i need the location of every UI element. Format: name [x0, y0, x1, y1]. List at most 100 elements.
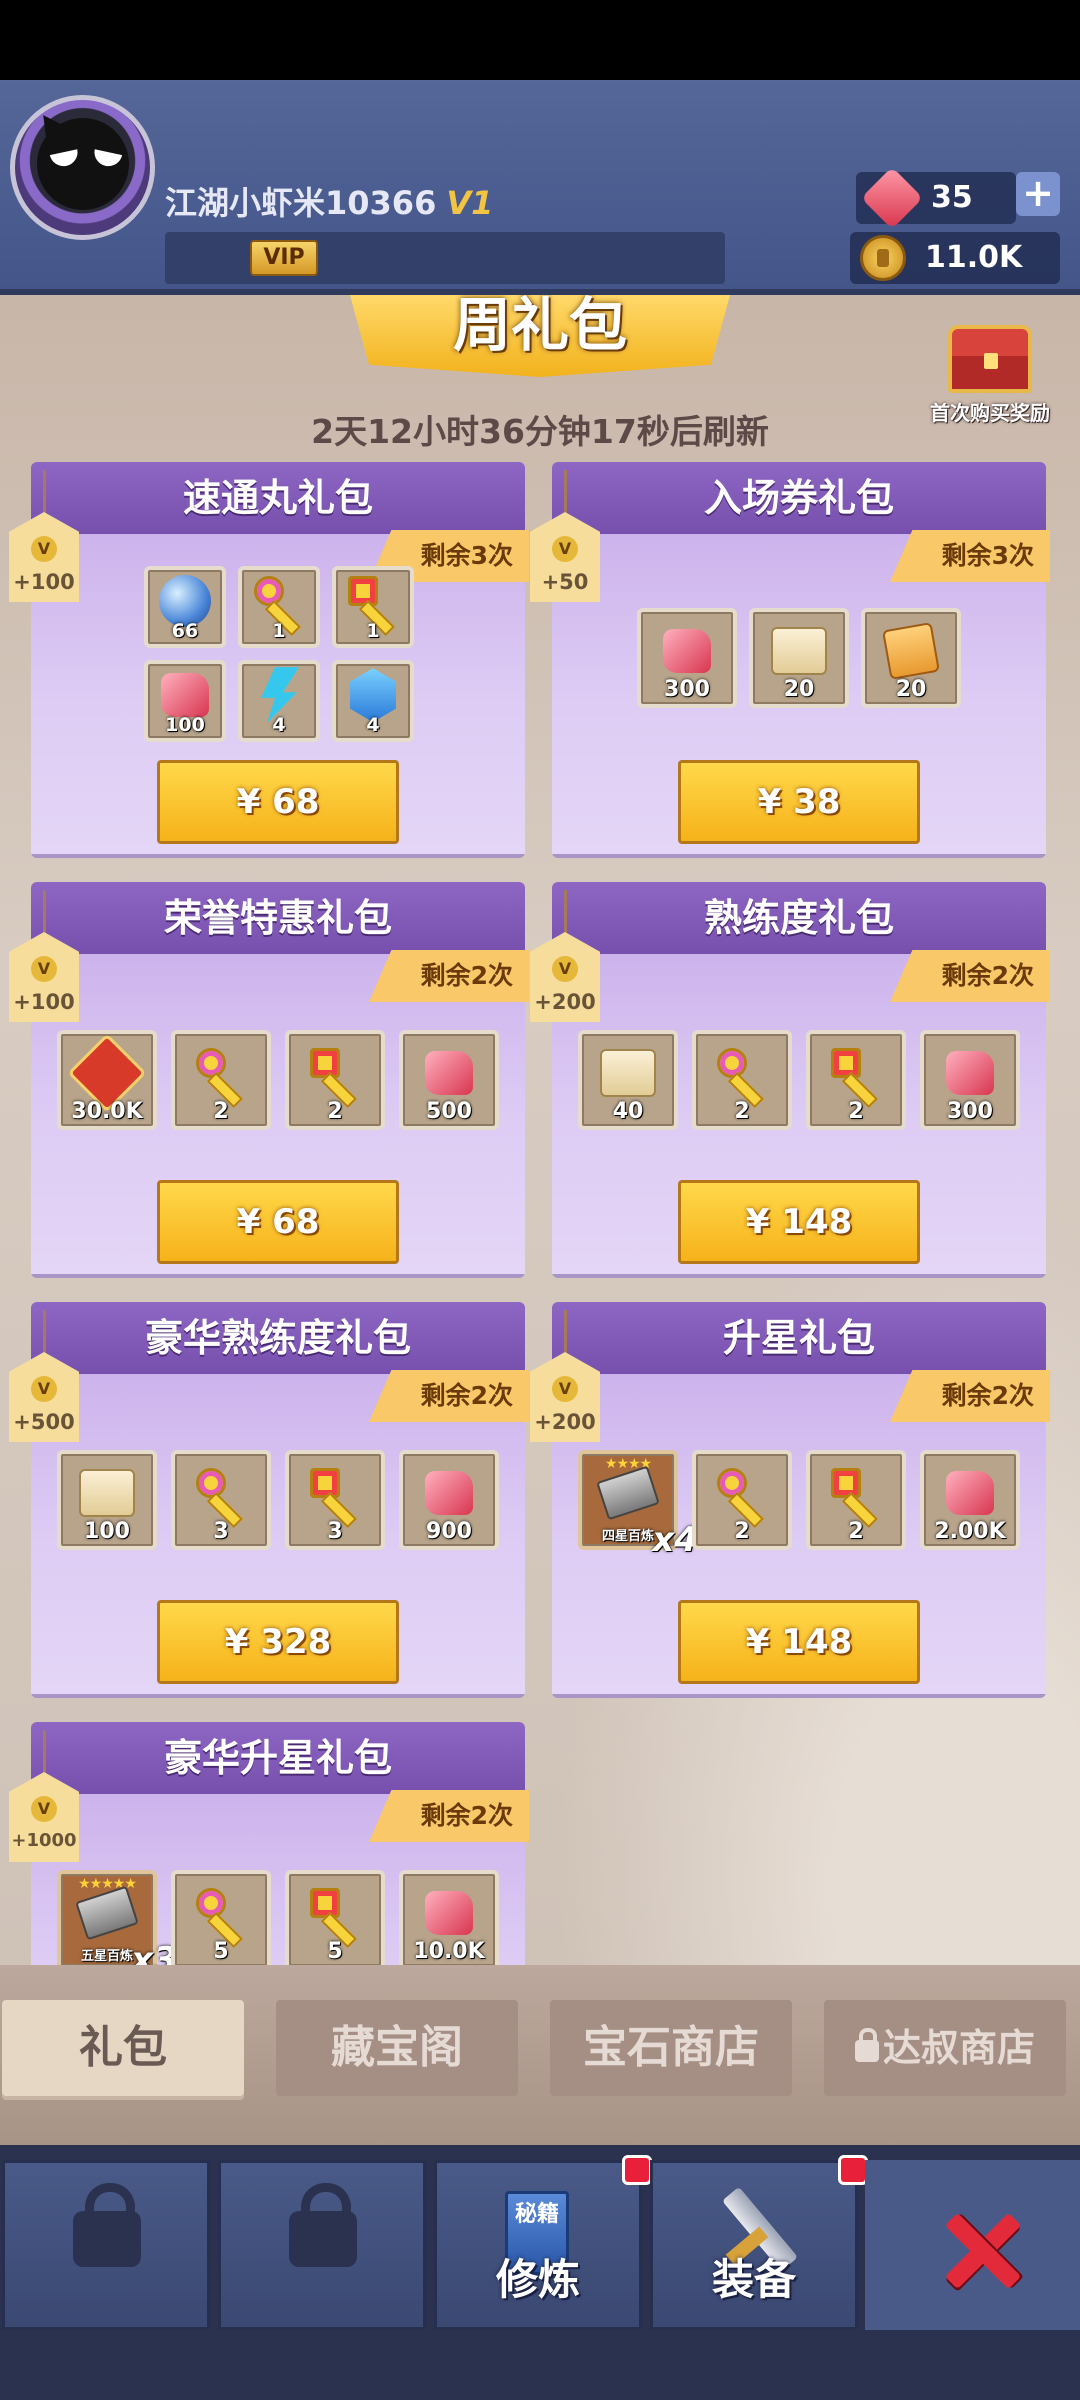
- first-purchase-reward[interactable]: 首次购买奖励: [905, 325, 1075, 426]
- nav-train-button[interactable]: 秘籍 修炼: [434, 2160, 642, 2330]
- vip-points-tag: V +100: [9, 890, 79, 1022]
- pack-card: 入场券礼包 剩余3次 V +50 300 20 20 ¥ 38: [530, 462, 1050, 854]
- vip-points-tag: V +200: [530, 890, 600, 1022]
- nav-slot-locked-1[interactable]: [2, 2160, 210, 2330]
- reward-item[interactable]: 3: [171, 1450, 271, 1550]
- reward-item[interactable]: 4: [238, 660, 320, 742]
- pack-items: 300 20 20: [552, 608, 1046, 708]
- pack-card: 升星礼包 剩余2次 V +200 ★★★★ 四星百炼 x4 2 2 2.00K …: [530, 1302, 1050, 1694]
- reward-item[interactable]: 3: [285, 1450, 385, 1550]
- reward-item[interactable]: 4: [332, 660, 414, 742]
- star-book-icon: [596, 1465, 660, 1520]
- v-icon: V: [31, 956, 57, 982]
- key-red-icon: [827, 1044, 885, 1102]
- vip-points-tag: V +200: [530, 1310, 600, 1442]
- v-icon: V: [31, 1376, 57, 1402]
- reward-item[interactable]: 20: [749, 608, 849, 708]
- vip-points-tag: V +500: [9, 1310, 79, 1442]
- reward-item[interactable]: 2: [806, 1450, 906, 1550]
- reward-item[interactable]: 300: [920, 1030, 1020, 1130]
- nav-equip-button[interactable]: 装备: [650, 2160, 858, 2330]
- scroll-icon: [79, 1468, 135, 1517]
- reward-item[interactable]: 10.0K: [399, 1870, 499, 1965]
- nav-footer: [0, 2330, 1080, 2400]
- vip-level: V1: [446, 184, 494, 222]
- key-red-icon: [827, 1464, 885, 1522]
- buy-button[interactable]: ¥ 38: [678, 760, 920, 844]
- nav-slot-locked-2[interactable]: [218, 2160, 426, 2330]
- v-icon: V: [552, 1376, 578, 1402]
- reward-item[interactable]: 300: [637, 608, 737, 708]
- gem-icon: [425, 1470, 473, 1515]
- notification-dot: [622, 2155, 652, 2185]
- buy-button[interactable]: ¥ 68: [157, 760, 399, 844]
- reward-item[interactable]: 1: [332, 566, 414, 648]
- add-gems-button[interactable]: +: [1016, 172, 1060, 216]
- vip-points-tag: V +50: [530, 470, 600, 602]
- reward-item[interactable]: ★★★★ 四星百炼 x4: [578, 1450, 698, 1560]
- treasure-chest-icon: [948, 325, 1032, 393]
- vip-points-tag: V +1000: [9, 1730, 79, 1862]
- player-name: 江湖小虾米10366 V1: [165, 184, 494, 222]
- reward-item[interactable]: 100: [144, 660, 226, 742]
- key-icon: [713, 1044, 771, 1102]
- pack-items: 66 1 1 100 4 4: [139, 566, 419, 742]
- coin-counter: 11.0K: [850, 232, 1060, 284]
- reward-item[interactable]: 30.0K: [57, 1030, 157, 1130]
- vip-badge[interactable]: VIP: [250, 240, 318, 276]
- lock-icon: [73, 2183, 141, 2267]
- buy-button[interactable]: ¥ 148: [678, 1180, 920, 1264]
- remaining-badge: 剩余2次: [369, 950, 529, 1002]
- reward-item[interactable]: 2: [692, 1450, 792, 1550]
- v-icon: V: [31, 536, 57, 562]
- coin-icon: [860, 235, 906, 281]
- key-red-icon: [306, 1464, 364, 1522]
- pack-items: 40 2 2 300: [552, 1030, 1046, 1130]
- lock-icon: [289, 2183, 357, 2267]
- buy-button[interactable]: ¥ 148: [678, 1600, 920, 1684]
- pack-items: 100 3 3 900: [31, 1450, 525, 1550]
- pack-items: ★★★★ 四星百炼 x4 2 2 2.00K: [552, 1450, 1046, 1560]
- reward-item[interactable]: 900: [399, 1450, 499, 1550]
- close-icon[interactable]: [940, 2210, 1020, 2290]
- page-title: 周礼包: [350, 295, 730, 377]
- reward-item[interactable]: 5: [171, 1870, 271, 1965]
- pack-card: 熟练度礼包 剩余2次 V +200 40 2 2 300 ¥ 148: [530, 882, 1050, 1274]
- gem-icon: [860, 166, 924, 230]
- reward-item[interactable]: 40: [578, 1030, 678, 1130]
- reward-item[interactable]: 2.00K: [920, 1450, 1020, 1550]
- reward-item[interactable]: 20: [861, 608, 961, 708]
- pack-card: 豪华熟练度礼包 剩余2次 V +500 100 3 3 900 ¥ 328: [9, 1302, 529, 1694]
- reward-item[interactable]: 2: [285, 1030, 385, 1130]
- reward-item[interactable]: 2: [692, 1030, 792, 1130]
- tab-gift-packs[interactable]: 礼包: [2, 2000, 244, 2096]
- v-icon: V: [552, 536, 578, 562]
- avatar[interactable]: [10, 95, 155, 240]
- reward-item[interactable]: 1: [238, 566, 320, 648]
- gem-icon: [425, 1890, 473, 1935]
- v-icon: V: [552, 956, 578, 982]
- pack-title: 升星礼包: [552, 1302, 1046, 1374]
- tab-gem-shop[interactable]: 宝石商店: [550, 2000, 792, 2096]
- buy-button[interactable]: ¥ 68: [157, 1180, 399, 1264]
- key-icon: [192, 1044, 250, 1102]
- pack-items: ★★★★★ 五星百炼 x3 5 5 10.0K: [31, 1870, 525, 1965]
- tab-uncle-da-shop[interactable]: 达叔商店: [824, 2000, 1066, 2096]
- v-icon: V: [31, 1796, 57, 1822]
- reward-item[interactable]: 66: [144, 566, 226, 648]
- reward-item[interactable]: 5: [285, 1870, 385, 1965]
- remaining-badge: 剩余2次: [369, 1370, 529, 1422]
- gem-icon: [663, 628, 711, 673]
- tab-treasure-pavilion[interactable]: 藏宝阁: [276, 2000, 518, 2096]
- gem-icon: [425, 1050, 473, 1095]
- star-book-icon: [75, 1885, 139, 1940]
- reward-item[interactable]: ★★★★★ 五星百炼 x3: [57, 1870, 177, 1965]
- remaining-badge: 剩余2次: [890, 950, 1050, 1002]
- remaining-badge: 剩余2次: [890, 1370, 1050, 1422]
- reward-item[interactable]: 500: [399, 1030, 499, 1130]
- reward-item[interactable]: 2: [171, 1030, 271, 1130]
- reward-item[interactable]: 2: [806, 1030, 906, 1130]
- pack-title: 荣誉特惠礼包: [31, 882, 525, 954]
- buy-button[interactable]: ¥ 328: [157, 1600, 399, 1684]
- reward-item[interactable]: 100: [57, 1450, 157, 1550]
